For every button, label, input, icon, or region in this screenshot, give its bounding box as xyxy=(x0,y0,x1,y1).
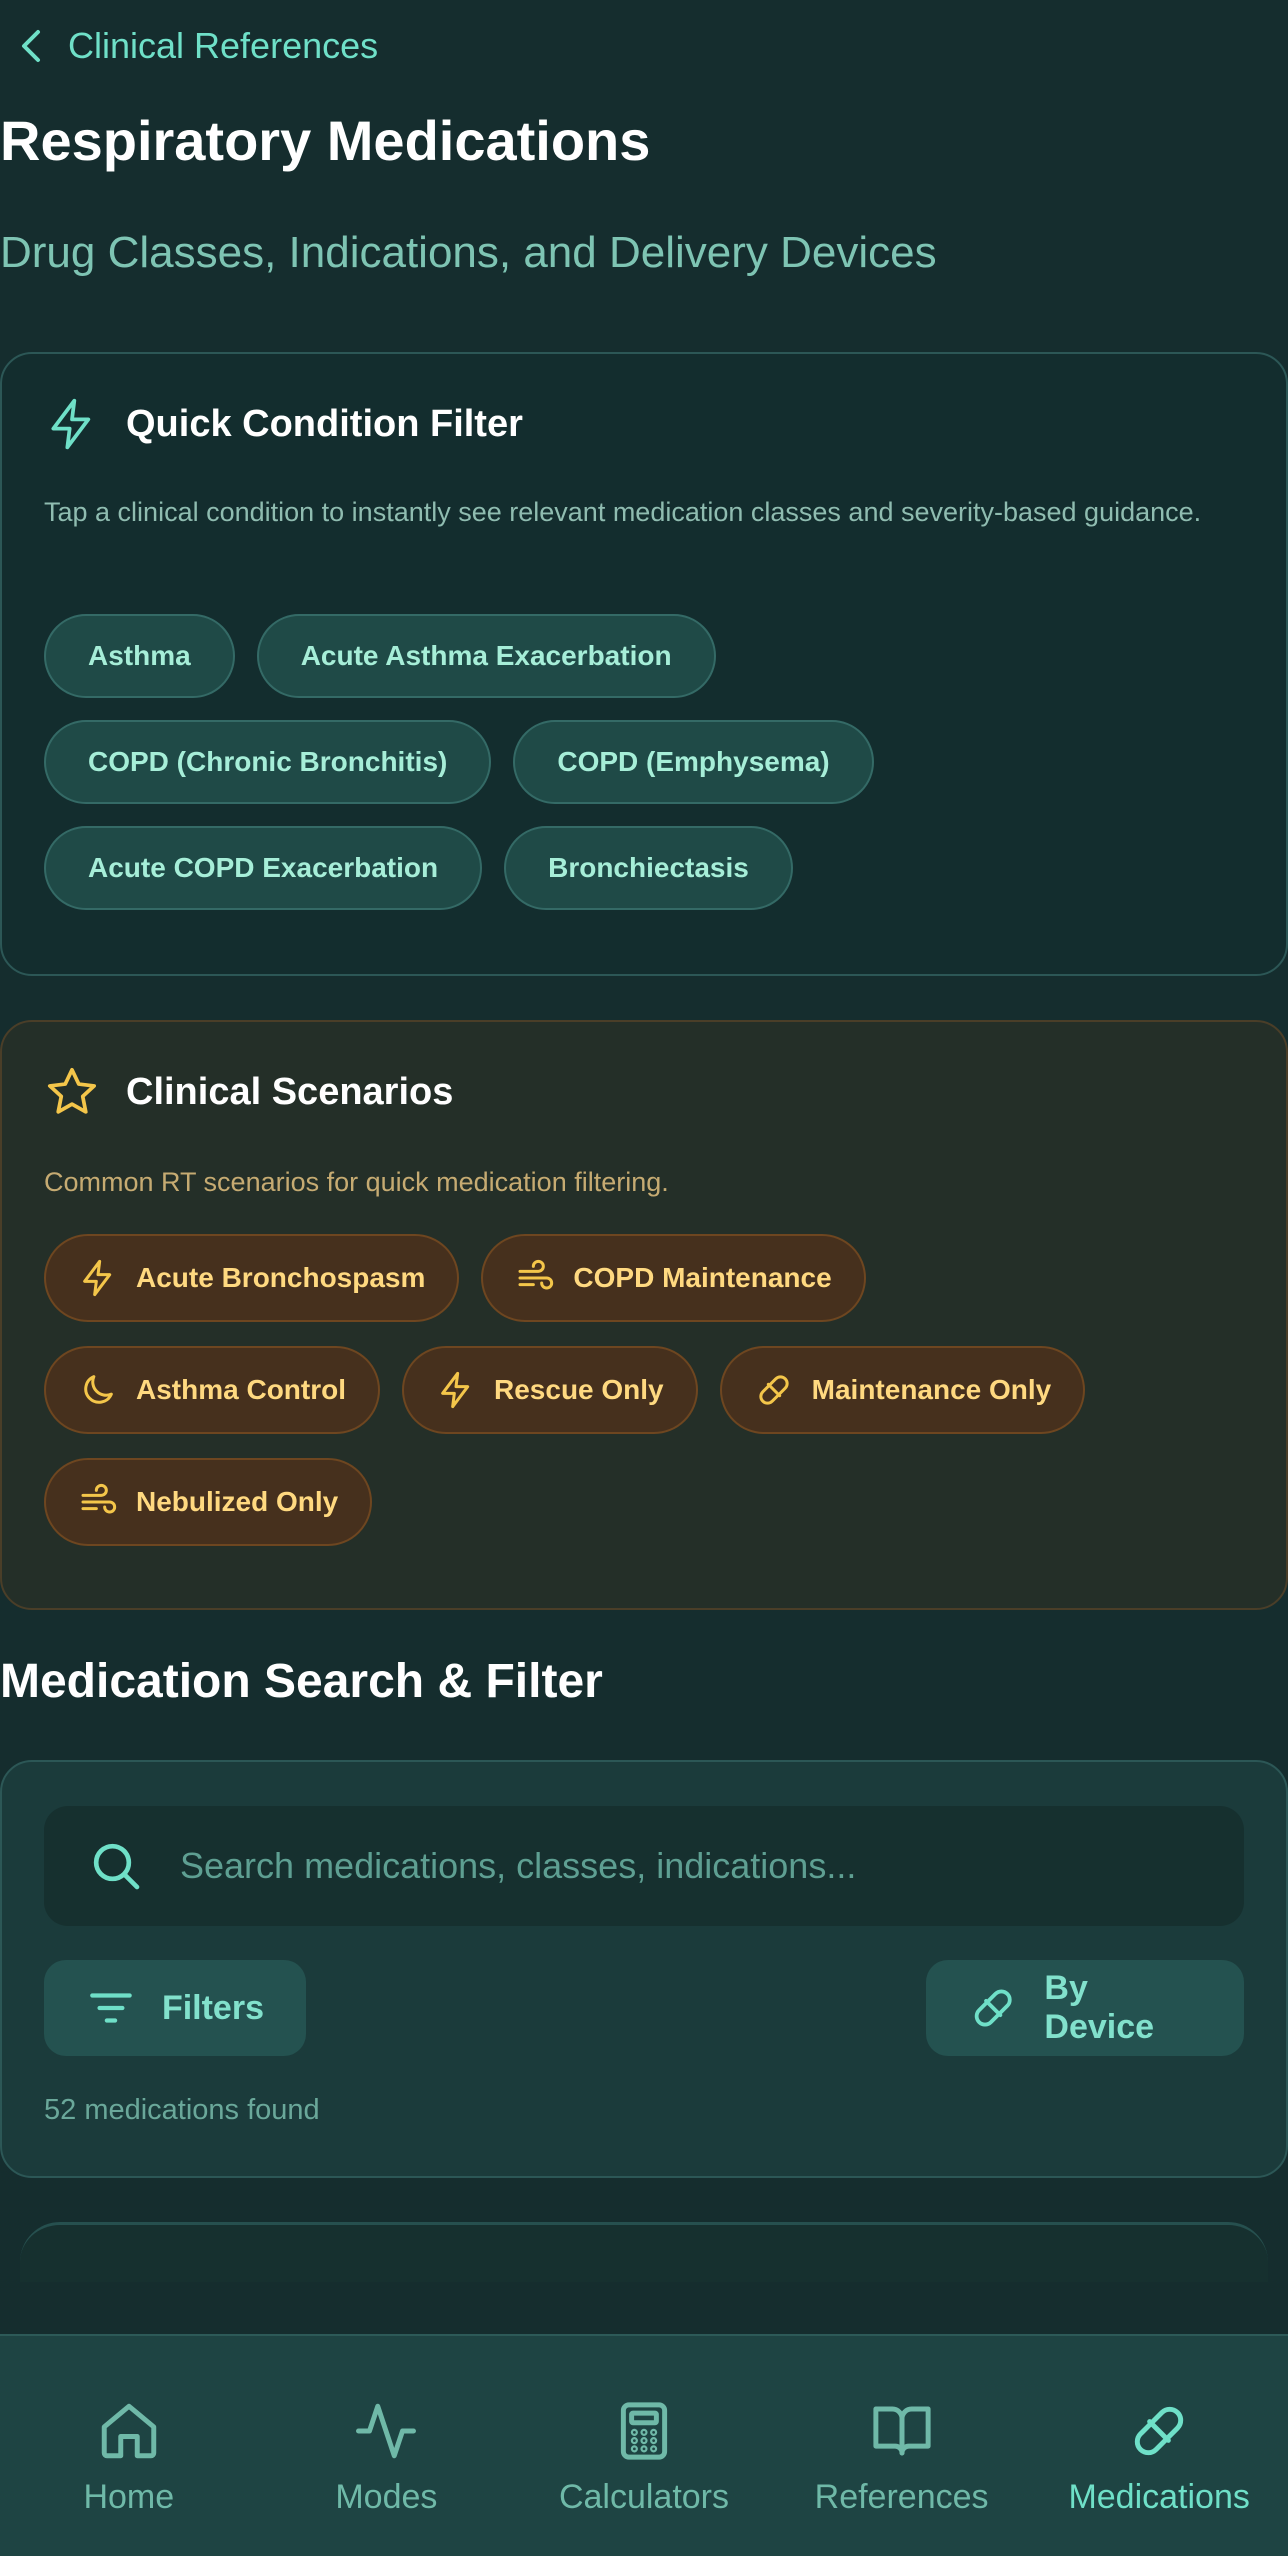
lightning-icon xyxy=(51,398,91,450)
filters-button-label: Filters xyxy=(161,1988,264,2027)
condition-filter-description: Tap a clinical condition to instantly se… xyxy=(44,497,1202,527)
lightning-icon xyxy=(83,1259,112,1297)
home-icon xyxy=(101,2403,157,2459)
nav-item-references[interactable]: References xyxy=(773,2336,1031,2556)
filter-icon xyxy=(90,1993,132,2023)
chevron-left-icon xyxy=(22,30,40,62)
nav-label: Medications xyxy=(1068,2478,1250,2516)
by-device-button-label: By Device xyxy=(1044,1969,1155,2046)
scenario-chip-asthma-control[interactable]: Asthma Control xyxy=(44,1346,380,1434)
lightning-icon xyxy=(441,1371,470,1409)
search-input[interactable] xyxy=(180,1845,1180,1887)
condition-chip-acute-asthma-exacerbation[interactable]: Acute Asthma Exacerbation xyxy=(256,614,716,698)
condition-chip-copd-chronic-bronchitis[interactable]: COPD (Chronic Bronchitis) xyxy=(44,720,492,804)
medication-list-card-peek xyxy=(20,2222,1268,2282)
nav-item-calculators[interactable]: Calculators xyxy=(515,2336,773,2556)
scenario-chip-nebulized-only[interactable]: Nebulized Only xyxy=(44,1458,373,1546)
nav-label: Home xyxy=(83,2478,175,2516)
page-title: Respiratory Medications xyxy=(0,109,651,172)
calculator-icon xyxy=(620,2402,668,2460)
condition-filter-card: Quick Condition Filter Tap a clinical co… xyxy=(0,352,1288,976)
nav-item-medications[interactable]: Medications xyxy=(1030,2336,1288,2556)
search-icon xyxy=(93,1843,140,1890)
nav-item-home[interactable]: Home xyxy=(0,2336,258,2556)
scenario-chip-label: Rescue Only xyxy=(494,1374,664,1405)
clinical-scenarios-card: Clinical Scenarios Common RT scenarios f… xyxy=(0,1020,1288,1610)
by-device-button[interactable]: By Device xyxy=(926,1960,1244,2056)
scenario-chip-rescue-only[interactable]: Rescue Only xyxy=(402,1346,698,1434)
search-section-title: Medication Search & Filter xyxy=(0,1655,603,1708)
wind-icon xyxy=(81,1483,117,1514)
book-icon xyxy=(872,2406,931,2456)
scenario-chip-label: COPD Maintenance xyxy=(573,1262,832,1293)
pill-icon xyxy=(1135,2406,1184,2456)
condition-filter-title: Quick Condition Filter xyxy=(126,402,523,445)
scenario-chip-label: Nebulized Only xyxy=(136,1486,339,1517)
scenario-chip-label: Asthma Control xyxy=(136,1374,346,1405)
search-box[interactable] xyxy=(44,1806,1244,1926)
clinical-scenarios-description: Common RT scenarios for quick medication… xyxy=(44,1167,669,1197)
nav-label: References xyxy=(814,2478,989,2516)
nav-item-modes[interactable]: Modes xyxy=(258,2336,516,2556)
clinical-scenarios-title: Clinical Scenarios xyxy=(126,1070,454,1113)
page-subtitle: Drug Classes, Indications, and Delivery … xyxy=(0,228,937,277)
filters-button[interactable]: Filters xyxy=(44,1960,306,2056)
clinical-scenarios-header: Clinical Scenarios xyxy=(44,1064,453,1120)
result-count: 52 medications found xyxy=(44,2094,320,2126)
bottom-nav: Home Modes Calculators References Medica… xyxy=(0,2334,1288,2556)
condition-chip-acute-copd-exacerbation[interactable]: Acute COPD Exacerbation xyxy=(44,826,483,910)
scenario-chip-label: Maintenance Only xyxy=(811,1374,1052,1405)
pill-icon xyxy=(974,1989,1012,2027)
scenario-chip-label: Acute Bronchospasm xyxy=(136,1262,426,1293)
medication-search-card: Filters By Device 52 medications found xyxy=(0,1760,1288,2178)
moon-icon xyxy=(84,1375,113,1404)
wind-icon xyxy=(518,1259,554,1290)
star-icon xyxy=(47,1067,97,1114)
nav-label: Modes xyxy=(335,2478,438,2516)
nav-label: Calculators xyxy=(558,2478,730,2516)
back-link[interactable]: Clinical References xyxy=(16,20,378,72)
condition-filter-header: Quick Condition Filter xyxy=(44,396,523,452)
condition-chip-copd-emphysema[interactable]: COPD (Emphysema) xyxy=(513,720,874,804)
condition-chip-asthma[interactable]: Asthma xyxy=(44,614,235,698)
condition-chip-bronchiectasis[interactable]: Bronchiectasis xyxy=(504,826,793,910)
back-link-label: Clinical References xyxy=(68,25,379,66)
page: Clinical References Respiratory Medicati… xyxy=(0,0,1288,2556)
scenario-chip-acute-bronchospasm[interactable]: Acute Bronchospasm xyxy=(44,1234,460,1322)
pill-icon xyxy=(758,1375,789,1405)
activity-icon xyxy=(356,2403,417,2459)
scenario-chip-copd-maintenance[interactable]: COPD Maintenance xyxy=(481,1234,866,1322)
scenario-chip-maintenance-only[interactable]: Maintenance Only xyxy=(719,1346,1086,1434)
